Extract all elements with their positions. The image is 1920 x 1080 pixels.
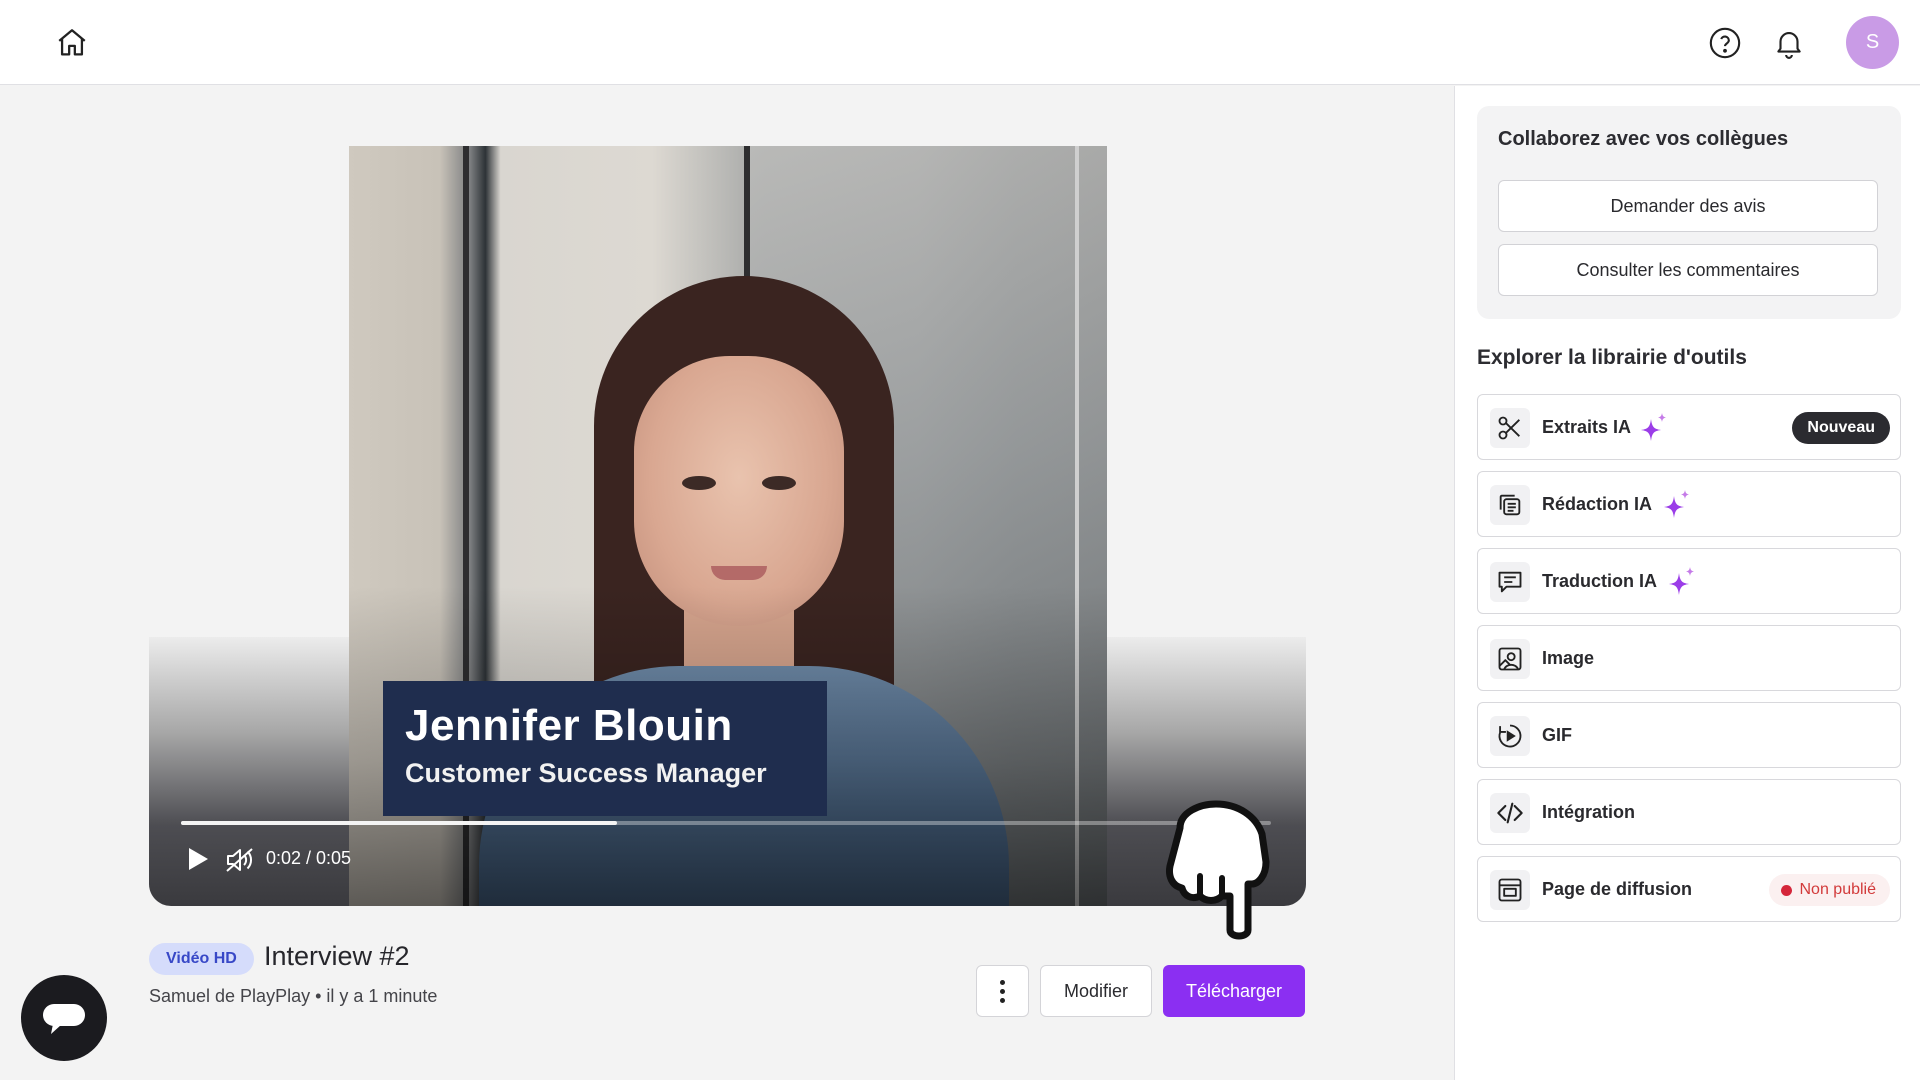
ai-sparkle-icon bbox=[1664, 490, 1689, 518]
pointer-hand-icon bbox=[1166, 800, 1270, 940]
edit-button[interactable]: Modifier bbox=[1040, 965, 1152, 1017]
person-eye-right bbox=[762, 476, 796, 490]
video-author-time: Samuel de PlayPlay • il y a 1 minute bbox=[149, 986, 438, 1006]
ai-sparkle-icon bbox=[1641, 413, 1666, 441]
tool-label: Image bbox=[1542, 648, 1595, 668]
status-dot-icon bbox=[1780, 884, 1792, 896]
download-button[interactable]: Télécharger bbox=[1163, 965, 1305, 1017]
help-button[interactable] bbox=[1708, 26, 1742, 60]
mute-button[interactable] bbox=[225, 846, 255, 874]
tool-label: Rédaction IA bbox=[1542, 494, 1653, 514]
dot bbox=[1000, 988, 1005, 994]
chat-icon bbox=[43, 1004, 85, 1034]
code-icon bbox=[1490, 793, 1530, 833]
tool-page-de-diffusion[interactable]: Page de diffusion Non publié bbox=[1477, 856, 1901, 922]
more-options-button[interactable] bbox=[976, 965, 1029, 1017]
tool-traduction-ia[interactable]: Traduction IA bbox=[1477, 548, 1901, 614]
help-circle-icon bbox=[1709, 27, 1741, 59]
home-button[interactable] bbox=[55, 26, 89, 60]
view-comments-button[interactable]: Consulter les commentaires bbox=[1498, 244, 1878, 296]
chat-bubble-icon bbox=[1490, 562, 1530, 602]
video-progress-bar[interactable] bbox=[181, 821, 1271, 825]
image-icon bbox=[1490, 639, 1530, 679]
overlay-name: Jennifer Blouin bbox=[405, 701, 733, 750]
notifications-button[interactable] bbox=[1772, 26, 1806, 60]
home-icon bbox=[58, 29, 86, 56]
collaboration-card: Collaborez avec vos collègues Demander d… bbox=[1477, 106, 1901, 319]
bell-icon bbox=[1777, 32, 1801, 59]
collab-title: Collaborez avec vos collègues bbox=[1498, 128, 1789, 150]
right-sidebar: Collaborez avec vos collègues Demander d… bbox=[1454, 86, 1920, 1080]
main-content: Jennifer Blouin Customer Success Manager… bbox=[0, 86, 1454, 1080]
tool-redaction-ia[interactable]: Rédaction IA bbox=[1477, 471, 1901, 537]
lower-third-overlay: Jennifer Blouin Customer Success Manager bbox=[383, 681, 827, 816]
tool-label: Intégration bbox=[1542, 802, 1635, 822]
request-feedback-button[interactable]: Demander des avis bbox=[1498, 180, 1878, 232]
person-mouth bbox=[711, 566, 767, 580]
tool-gif[interactable]: GIF bbox=[1477, 702, 1901, 768]
gif-play-icon bbox=[1490, 716, 1530, 756]
tool-label: Traduction IA bbox=[1542, 571, 1658, 591]
play-button[interactable] bbox=[185, 845, 211, 873]
new-badge: Nouveau bbox=[1792, 412, 1890, 444]
tool-label: Page de diffusion bbox=[1542, 879, 1693, 899]
ai-sparkle-icon bbox=[1669, 567, 1694, 595]
volume-muted-icon bbox=[226, 848, 253, 872]
time-display: 0:02 / 0:05 bbox=[266, 848, 352, 868]
status-label: Non publié bbox=[1799, 881, 1877, 898]
tool-label: Extraits IA bbox=[1542, 417, 1632, 437]
video-player[interactable]: Jennifer Blouin Customer Success Manager bbox=[149, 146, 1306, 906]
copy-document-icon bbox=[1490, 485, 1530, 525]
tool-image[interactable]: Image bbox=[1477, 625, 1901, 691]
chat-widget-button[interactable] bbox=[21, 975, 107, 1061]
unpublished-status-badge: Non publié bbox=[1768, 874, 1890, 906]
video-quality-badge: Vidéo HD bbox=[149, 943, 254, 975]
top-bar: S bbox=[0, 0, 1920, 85]
more-vertical-icon bbox=[1000, 979, 1005, 985]
overlay-role: Customer Success Manager bbox=[405, 758, 767, 788]
video-title: Interview #2 bbox=[264, 941, 410, 971]
browser-page-icon bbox=[1490, 870, 1530, 910]
scissors-icon bbox=[1490, 408, 1530, 448]
tool-extraits-ia[interactable]: Extraits IA Nouveau bbox=[1477, 394, 1901, 460]
tools-library-title: Explorer la librairie d'outils bbox=[1477, 346, 1747, 369]
play-icon bbox=[189, 848, 208, 870]
dot bbox=[1000, 997, 1005, 1003]
person-eye-left bbox=[682, 476, 716, 490]
tool-integration[interactable]: Intégration bbox=[1477, 779, 1901, 845]
tool-label: GIF bbox=[1542, 725, 1572, 745]
video-progress-fill bbox=[181, 821, 617, 825]
user-avatar[interactable]: S bbox=[1846, 16, 1899, 69]
